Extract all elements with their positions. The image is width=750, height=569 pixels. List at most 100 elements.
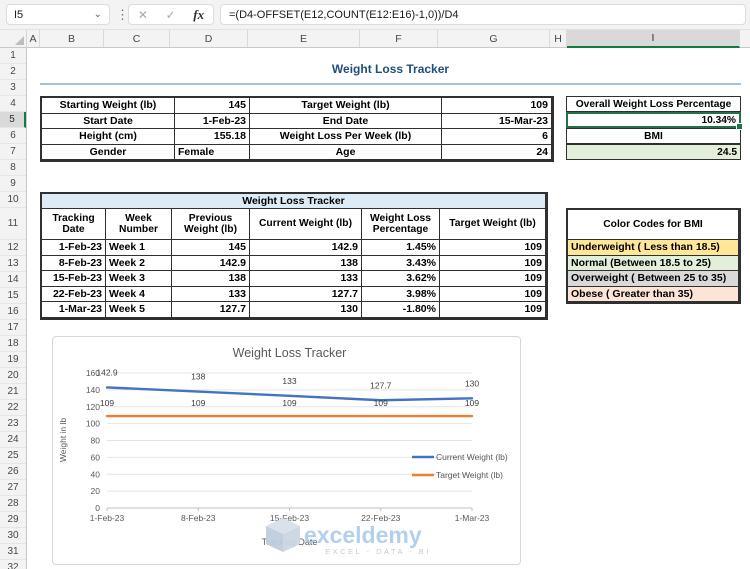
row-header-25[interactable]: 25	[0, 448, 26, 464]
tracker-column-header[interactable]: Previous Weight (lb)	[172, 209, 250, 240]
bmi-code-item[interactable]: Underweight ( Less than 18.5)	[568, 240, 739, 256]
row-header-23[interactable]: 23	[0, 416, 26, 432]
column-header-G[interactable]: G	[438, 30, 550, 47]
info-label[interactable]: Weight Loss Per Week (lb)	[250, 129, 442, 145]
row-header-28[interactable]: 28	[0, 496, 26, 512]
info-value[interactable]: 1-Feb-23	[175, 114, 250, 130]
insert-function-icon[interactable]: fx	[193, 7, 204, 23]
tracker-cell[interactable]: 109	[440, 302, 546, 318]
column-header-H[interactable]: H	[550, 30, 567, 47]
bmi-code-item[interactable]: Normal (Between 18.5 to 25)	[568, 256, 739, 272]
column-header-A[interactable]: A	[27, 30, 40, 47]
tracker-cell[interactable]: 109	[440, 271, 546, 287]
info-value[interactable]: 109	[442, 98, 552, 114]
info-label[interactable]: Height (cm)	[42, 129, 175, 145]
row-header-8[interactable]: 8	[0, 160, 26, 176]
info-value[interactable]: 145	[175, 98, 250, 114]
tracker-cell[interactable]: 130	[250, 302, 362, 318]
row-header-12[interactable]: 12	[0, 240, 26, 256]
column-header-B[interactable]: B	[40, 30, 104, 47]
tracker-cell[interactable]: 1-Mar-23	[42, 302, 106, 318]
info-label[interactable]: Target Weight (lb)	[250, 98, 442, 114]
select-all-button[interactable]	[0, 30, 27, 47]
bmi-code-item[interactable]: Obese ( Greater than 35)	[568, 287, 739, 303]
row-header-1[interactable]: 1	[0, 48, 26, 64]
tracker-cell[interactable]: 1.45%	[362, 240, 440, 256]
tracker-cell[interactable]: 3.43%	[362, 256, 440, 272]
tracker-cell[interactable]: 3.98%	[362, 287, 440, 303]
column-header-F[interactable]: F	[360, 30, 438, 47]
tracker-cell[interactable]: 8-Feb-23	[42, 256, 106, 272]
row-header-9[interactable]: 9	[0, 176, 26, 192]
row-header-16[interactable]: 16	[0, 304, 26, 320]
row-header-15[interactable]: 15	[0, 288, 26, 304]
tracker-cell[interactable]: 15-Feb-23	[42, 271, 106, 287]
info-label[interactable]: Gender	[42, 145, 175, 161]
row-header-6[interactable]: 6	[0, 128, 26, 144]
legend-label[interactable]: Current Weight (lb)	[436, 452, 508, 462]
bmi-value[interactable]: 24.5	[566, 144, 741, 160]
tracker-column-header[interactable]: Current Weight (lb)	[250, 209, 362, 240]
tracker-cell[interactable]: Week 5	[106, 302, 172, 318]
tracker-column-header[interactable]: Weight Loss Percentage	[362, 209, 440, 240]
tracker-cell[interactable]: 127.7	[250, 287, 362, 303]
tracker-cell[interactable]: -1.80%	[362, 302, 440, 318]
info-label[interactable]: Starting Weight (lb)	[42, 98, 175, 114]
tracker-cell[interactable]: 127.7	[172, 302, 250, 318]
enter-icon[interactable]: ✓	[166, 8, 176, 22]
row-header-13[interactable]: 13	[0, 256, 26, 272]
tracker-cell[interactable]: 138	[172, 271, 250, 287]
tracker-column-header[interactable]: Tracking Date	[42, 209, 106, 240]
row-header-21[interactable]: 21	[0, 384, 26, 400]
info-value[interactable]: 15-Mar-23	[442, 114, 552, 130]
tracker-cell[interactable]: 133	[172, 287, 250, 303]
row-header-7[interactable]: 7	[0, 144, 26, 160]
info-value[interactable]: 24	[442, 145, 552, 161]
info-label[interactable]: End Date	[250, 114, 442, 130]
row-header-24[interactable]: 24	[0, 432, 26, 448]
bmi-code-item[interactable]: Overweight ( Between 25 to 35)	[568, 271, 739, 287]
row-header-2[interactable]: 2	[0, 64, 26, 80]
weight-loss-chart[interactable]: 0204060801001201401601-Feb-238-Feb-2315-…	[52, 336, 521, 565]
overall-loss-value-selected-cell[interactable]: 10.34%	[566, 112, 741, 128]
row-header-29[interactable]: 29	[0, 512, 26, 528]
column-header-I[interactable]: I	[567, 30, 740, 48]
tracker-cell[interactable]: 133	[250, 271, 362, 287]
info-label[interactable]: Age	[250, 145, 442, 161]
legend-label[interactable]: Target Weight (lb)	[436, 470, 503, 480]
overall-loss-header[interactable]: Overall Weight Loss Percentage	[566, 96, 741, 112]
bmi-header[interactable]: BMI	[566, 128, 741, 144]
row-header-3[interactable]: 3	[0, 80, 26, 96]
row-header-5[interactable]: 5	[0, 112, 26, 128]
column-header-C[interactable]: C	[104, 30, 170, 47]
tracker-cell[interactable]: 3.62%	[362, 271, 440, 287]
tracker-cell[interactable]: Week 3	[106, 271, 172, 287]
cancel-icon[interactable]: ✕	[138, 8, 148, 22]
row-header-31[interactable]: 31	[0, 544, 26, 560]
tracker-cell[interactable]: 109	[440, 256, 546, 272]
tracker-table-title[interactable]: Weight Loss Tracker	[42, 194, 546, 209]
row-header-20[interactable]: 20	[0, 368, 26, 384]
tracker-cell[interactable]: Week 4	[106, 287, 172, 303]
formula-input[interactable]: =(D4-OFFSET(E12,COUNT(E12:E16)-1,0))/D4	[220, 4, 746, 25]
row-header-30[interactable]: 30	[0, 528, 26, 544]
tracker-cell[interactable]: 142.9	[172, 256, 250, 272]
column-header-D[interactable]: D	[170, 30, 248, 47]
row-header-32[interactable]: 32	[0, 560, 26, 569]
row-header-27[interactable]: 27	[0, 480, 26, 496]
row-header-19[interactable]: 19	[0, 352, 26, 368]
row-header-10[interactable]: 10	[0, 192, 26, 208]
name-box[interactable]: I5 ⌄	[6, 4, 110, 25]
row-header-22[interactable]: 22	[0, 400, 26, 416]
tracker-cell[interactable]: 109	[440, 287, 546, 303]
info-value[interactable]: 155.18	[175, 129, 250, 145]
tracker-column-header[interactable]: Target Weight (lb)	[440, 209, 546, 240]
tracker-cell[interactable]: 138	[250, 256, 362, 272]
row-header-17[interactable]: 17	[0, 320, 26, 336]
info-value[interactable]: 6	[442, 129, 552, 145]
row-header-26[interactable]: 26	[0, 464, 26, 480]
tracker-cell[interactable]: Week 2	[106, 256, 172, 272]
tracker-cell[interactable]: 109	[440, 240, 546, 256]
bmi-codes-title[interactable]: Color Codes for BMI	[568, 210, 739, 240]
tracker-cell[interactable]: Week 1	[106, 240, 172, 256]
